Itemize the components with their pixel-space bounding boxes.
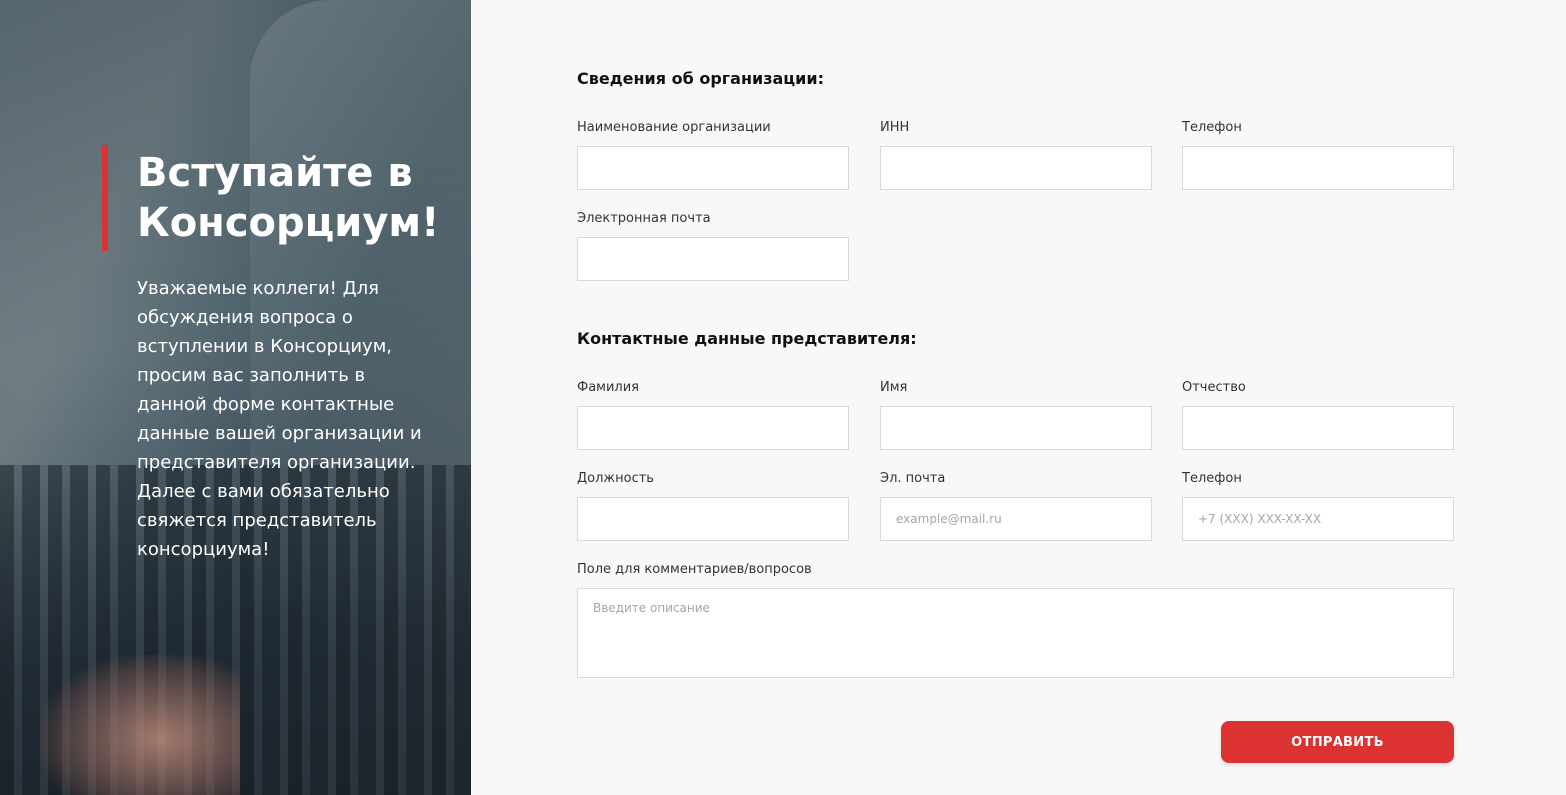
org-email-label: Электронная почта bbox=[577, 211, 711, 226]
org-phone-field: Телефон bbox=[1182, 120, 1454, 190]
firstname-input[interactable] bbox=[880, 406, 1152, 450]
submit-button[interactable]: ОТПРАВИТЬ bbox=[1221, 721, 1454, 763]
org-phone-label: Телефон bbox=[1182, 120, 1242, 135]
position-field: Должность bbox=[577, 471, 849, 541]
inn-label: ИНН bbox=[880, 120, 910, 135]
org-name-field: Наименование организации bbox=[577, 120, 849, 190]
org-phone-input[interactable] bbox=[1182, 146, 1454, 190]
rep-email-label: Эл. почта bbox=[880, 471, 946, 486]
rep-email-input[interactable] bbox=[880, 497, 1152, 541]
patronymic-label: Отчество bbox=[1182, 380, 1246, 395]
inn-input[interactable] bbox=[880, 146, 1152, 190]
organization-section-title: Сведения об организации: bbox=[577, 69, 824, 88]
inn-field: ИНН bbox=[880, 120, 1152, 190]
representative-section-title: Контактные данные представителя: bbox=[577, 329, 917, 348]
comment-label: Поле для комментариев/вопросов bbox=[577, 562, 812, 577]
hero-accent-bar bbox=[102, 145, 108, 251]
rep-phone-input[interactable] bbox=[1182, 497, 1454, 541]
hero-background-handshake bbox=[40, 655, 240, 795]
org-name-label: Наименование организации bbox=[577, 120, 771, 135]
rep-email-field: Эл. почта bbox=[880, 471, 1152, 541]
patronymic-field: Отчество bbox=[1182, 380, 1454, 450]
patronymic-input[interactable] bbox=[1182, 406, 1454, 450]
lastname-field: Фамилия bbox=[577, 380, 849, 450]
membership-form: Сведения об организации: Наименование ор… bbox=[577, 0, 1454, 795]
rep-phone-field: Телефон bbox=[1182, 471, 1454, 541]
rep-phone-label: Телефон bbox=[1182, 471, 1242, 486]
hero-panel: Вступайте в Консорциум! Уважаемые коллег… bbox=[0, 0, 471, 795]
lastname-input[interactable] bbox=[577, 406, 849, 450]
position-label: Должность bbox=[577, 471, 654, 486]
lastname-label: Фамилия bbox=[577, 380, 639, 395]
org-email-input[interactable] bbox=[577, 237, 849, 281]
firstname-label: Имя bbox=[880, 380, 908, 395]
comment-textarea[interactable] bbox=[577, 588, 1454, 678]
comment-field: Поле для комментариев/вопросов bbox=[577, 562, 1454, 678]
position-input[interactable] bbox=[577, 497, 849, 541]
hero-title: Вступайте в Консорциум! bbox=[137, 150, 440, 246]
org-email-field: Электронная почта bbox=[577, 211, 849, 281]
org-name-input[interactable] bbox=[577, 146, 849, 190]
firstname-field: Имя bbox=[880, 380, 1152, 450]
hero-description: Уважаемые коллеги! Для обсуждения вопрос… bbox=[137, 278, 422, 560]
page: Вступайте в Консорциум! Уважаемые коллег… bbox=[0, 0, 1566, 795]
